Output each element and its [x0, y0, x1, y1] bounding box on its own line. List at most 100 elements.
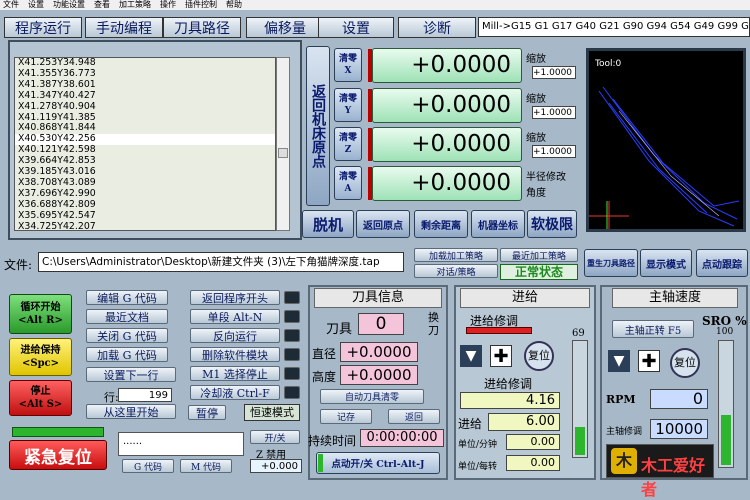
- edit-gcode-button[interactable]: 编辑 G 代码: [86, 290, 168, 305]
- elapsed-field: 0:00:00:00: [360, 429, 444, 447]
- toolpath-drawing: [589, 86, 740, 229]
- menu-item-1[interactable]: 设置: [28, 0, 44, 9]
- zero-z-button[interactable]: 清零 Z: [334, 127, 362, 161]
- recent-files-button[interactable]: 最近文档: [86, 309, 168, 324]
- scale-y-label: 缩放: [526, 94, 546, 105]
- reset-button[interactable]: 紧急复位: [9, 440, 107, 470]
- diameter-field[interactable]: +0.0000: [340, 342, 418, 362]
- soft-limits-button[interactable]: 软极限: [527, 210, 577, 238]
- dro-a-value: +0.0000: [372, 166, 522, 201]
- spindle-override-label: 主轴修调: [606, 427, 643, 437]
- offline-button[interactable]: 脱机: [302, 210, 354, 238]
- zero-x-button[interactable]: 清零 X: [334, 48, 362, 82]
- units-per-min-value: 0.00: [506, 434, 560, 450]
- machine-coords-button[interactable]: 机器坐标: [471, 210, 525, 238]
- logo-text: 木工爱好者: [641, 456, 706, 499]
- z-inhibit-value: +0.000: [250, 459, 302, 473]
- sro-value: 100: [716, 327, 734, 337]
- menu-item-4[interactable]: 加工策略: [119, 0, 151, 9]
- tool-number-field[interactable]: 0: [358, 313, 404, 335]
- rewind-led: [284, 291, 300, 304]
- remember-button[interactable]: 记存: [320, 409, 372, 424]
- scroll-thumb[interactable]: [278, 148, 288, 158]
- menu-item-2[interactable]: 功能设置: [53, 0, 85, 9]
- zero-y-button[interactable]: 清零 Y: [334, 88, 362, 122]
- optional-stop-button[interactable]: M1 选择停止: [190, 366, 280, 381]
- block-delete-led: [284, 348, 300, 361]
- single-block-button[interactable]: 单段 Alt-N: [190, 309, 280, 324]
- message-box: ......: [118, 432, 244, 456]
- single-block-led: [284, 310, 300, 323]
- run-from-here-button[interactable]: 从这里开始: [86, 404, 176, 419]
- rewind-button[interactable]: 返回程序开头: [190, 290, 280, 305]
- gcode-line: X41.347Y40.427: [18, 89, 96, 101]
- ref-home-button[interactable]: 返回机床原点: [306, 46, 330, 206]
- recent-strategy-button[interactable]: 最近加工策略: [500, 248, 578, 262]
- load-gcode-button[interactable]: 加载 G 代码: [86, 347, 168, 362]
- menu-item-3[interactable]: 查看: [94, 0, 110, 9]
- tab-1[interactable]: 手动编程: [85, 17, 163, 38]
- feed-down-icon[interactable]: ▼: [460, 345, 482, 367]
- pause-button[interactable]: 暂停: [188, 405, 226, 420]
- block-delete-button[interactable]: 删除软件模块: [190, 347, 280, 362]
- gcodes-button[interactable]: G 代码: [122, 459, 174, 473]
- tab-2[interactable]: 刀具路径: [163, 17, 241, 38]
- line-number-field[interactable]: 199: [118, 388, 172, 402]
- spindle-up-icon[interactable]: ✚: [638, 350, 660, 372]
- cycle-start-button[interactable]: 循环开始 <Alt R>: [9, 294, 72, 334]
- gcode-scrollbar[interactable]: [276, 57, 290, 231]
- menu-item-6[interactable]: 插件控制: [185, 0, 217, 9]
- feed-hold-button[interactable]: 进给保持 <Spc>: [9, 338, 72, 376]
- stop-button[interactable]: 停止 <Alt S>: [9, 380, 72, 416]
- spindle-toggle-button[interactable]: 主轴正转 F5: [612, 320, 694, 338]
- menu-item-0[interactable]: 文件: [3, 0, 19, 9]
- spindle-down-icon[interactable]: ▼: [608, 350, 630, 372]
- tab-3[interactable]: 偏移量: [246, 17, 324, 38]
- set-next-line-button[interactable]: 设置下一行: [86, 367, 176, 382]
- spindle-title: 主轴速度: [612, 288, 738, 308]
- feed-slider[interactable]: [572, 340, 588, 458]
- z-onoff-button[interactable]: 开/关: [250, 430, 300, 444]
- menu-item-5[interactable]: 操作: [160, 0, 176, 9]
- auto-tool-zero-button[interactable]: 自动刀具清零: [320, 389, 424, 404]
- tab-4[interactable]: 设置: [318, 17, 394, 38]
- coolant-button[interactable]: 冷却液 Ctrl-F: [190, 385, 280, 400]
- display-mode-button[interactable]: 显示模式: [640, 249, 692, 277]
- jog-toggle-button[interactable]: 点动开/关 Ctrl-Alt-J: [316, 452, 440, 474]
- rpm-value: 0: [650, 389, 708, 409]
- toolpath-view[interactable]: Tool:0: [586, 48, 746, 232]
- units-per-min-label: 单位/分钟: [458, 440, 498, 450]
- zero-a-button[interactable]: 清零 A: [334, 166, 362, 200]
- tab-5[interactable]: 诊断: [398, 17, 476, 38]
- return-button[interactable]: 返回: [388, 409, 440, 424]
- ref-all-home-button[interactable]: 返回原点: [356, 210, 410, 238]
- jog-follow-button[interactable]: 点动跟踪: [696, 249, 748, 277]
- scale-x-value: +1.0000: [532, 66, 576, 79]
- gcode-line: X41.278Y40.904: [18, 100, 96, 112]
- reset-led: [12, 427, 104, 437]
- scale-y-value: +1.0000: [532, 106, 576, 119]
- height-field[interactable]: +0.0000: [340, 365, 418, 385]
- feed-reset-button[interactable]: 复位: [524, 341, 554, 371]
- spindle-slider[interactable]: [718, 340, 734, 468]
- close-gcode-button[interactable]: 关闭 G 代码: [86, 328, 168, 343]
- feed-override-led: [466, 327, 532, 334]
- elapsed-label: 持续时间: [308, 434, 357, 448]
- load-strategy-button[interactable]: 加载加工策略: [414, 248, 498, 262]
- constant-velocity-indicator: 恒速模式: [244, 404, 300, 421]
- line-label: 行:: [104, 391, 119, 404]
- regen-toolpath-button[interactable]: 重生刀具路径: [584, 249, 638, 277]
- menu-item-7[interactable]: 帮助: [226, 0, 242, 9]
- tool-number-label: 刀具: [326, 322, 353, 337]
- dist-to-go-button[interactable]: 剩余距离: [414, 210, 468, 238]
- spindle-reset-button[interactable]: 复位: [670, 348, 700, 378]
- feed-hold-label: 进给保持 <Spc>: [20, 345, 61, 369]
- dialog-strategy-button[interactable]: 对话/策略: [414, 264, 498, 278]
- feed-percent: 69: [572, 328, 585, 339]
- tab-0[interactable]: 程序运行: [4, 17, 82, 38]
- feed-up-icon[interactable]: ✚: [490, 345, 512, 367]
- gcode-list[interactable]: X41.253Y34.948 X41.355Y36.773 X41.387Y38.6…: [14, 57, 276, 231]
- reverse-run-button[interactable]: 反向运行: [190, 328, 280, 343]
- mcodes-button[interactable]: M 代码: [180, 459, 232, 473]
- reverse-run-led: [284, 329, 300, 342]
